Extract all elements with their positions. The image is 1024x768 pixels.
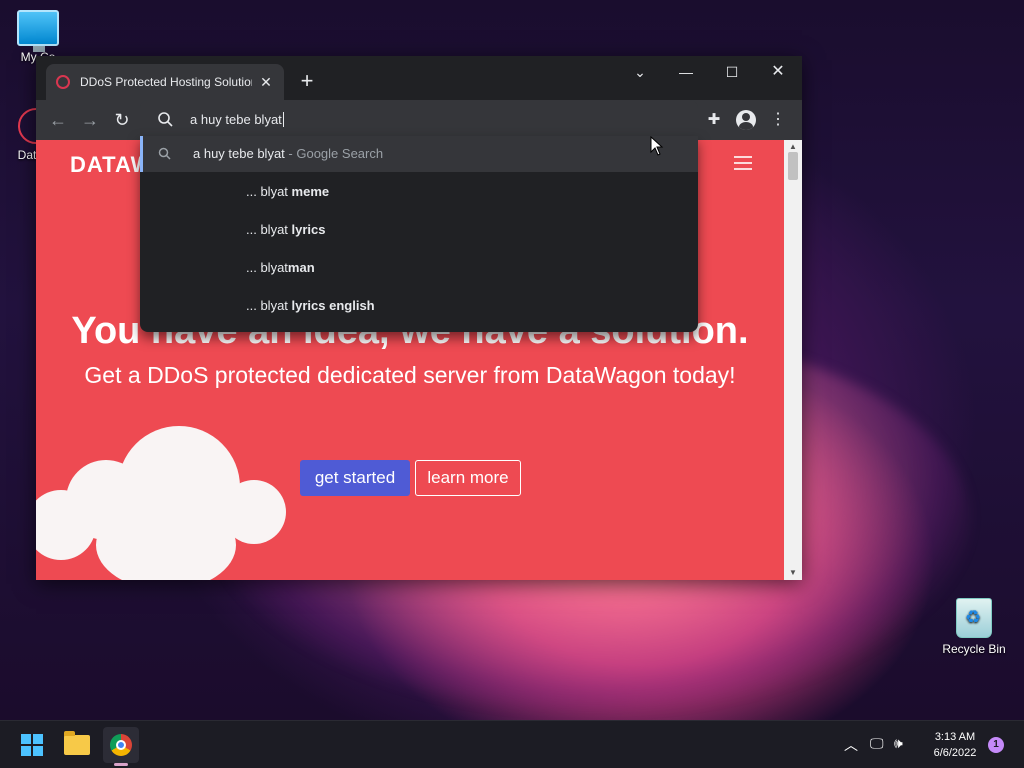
tab-active[interactable]: DDoS Protected Hosting Solution ✕: [46, 64, 284, 100]
suggestion-item[interactable]: a huy tebe blyat - Google Search: [140, 136, 698, 172]
hamburger-menu-icon[interactable]: [734, 156, 752, 174]
toolbar: ← → ↻ a huy tebe blyat ✚ ⋮: [36, 100, 802, 140]
start-button[interactable]: [14, 727, 50, 763]
maximize-button[interactable]: ☐: [714, 60, 750, 84]
search-icon: [158, 147, 171, 160]
address-bar[interactable]: a huy tebe blyat: [140, 100, 698, 140]
back-button[interactable]: ←: [46, 108, 70, 132]
network-icon[interactable]: 🖵: [870, 735, 884, 752]
get-started-button[interactable]: get started: [300, 460, 410, 496]
search-icon: [158, 112, 173, 127]
desktop-icon-label: Recycle Bin: [942, 642, 1006, 656]
favicon-icon: [56, 75, 70, 89]
suggestion-source: - Google Search: [288, 146, 384, 161]
hero-subtitle: Get a DDoS protected dedicated server fr…: [84, 362, 736, 388]
mouse-cursor-icon: [650, 136, 664, 156]
reload-button[interactable]: ↻: [110, 108, 134, 132]
suggestion-item[interactable]: ... blyat meme: [140, 174, 698, 210]
desktop-icon-recycle-bin[interactable]: ♻ Recycle Bin: [938, 598, 1010, 656]
notification-badge[interactable]: 1: [988, 737, 1004, 753]
close-window-button[interactable]: ✕: [760, 60, 796, 84]
menu-dots-icon[interactable]: ⋮: [766, 108, 790, 132]
active-app-indicator: [114, 763, 128, 766]
vertical-scrollbar[interactable]: ▲ ▼: [784, 140, 802, 580]
recycle-bin-icon: ♻: [956, 598, 992, 638]
chevron-up-icon[interactable]: ︿: [844, 735, 858, 755]
minimize-button[interactable]: —: [668, 60, 704, 84]
tab-search-button[interactable]: ⌄: [622, 60, 658, 84]
chrome-taskbar-button[interactable]: [103, 727, 139, 763]
file-explorer-icon: [64, 731, 90, 755]
forward-button[interactable]: →: [78, 108, 102, 132]
extensions-icon[interactable]: ✚: [702, 108, 726, 132]
volume-icon[interactable]: 🕪: [894, 735, 903, 752]
chrome-icon: [110, 734, 132, 756]
address-bar-input[interactable]: a huy tebe blyat: [190, 112, 284, 127]
clock-time: 3:13 AM: [934, 731, 976, 743]
new-tab-button[interactable]: +: [294, 68, 320, 94]
tab-title: DDoS Protected Hosting Solution: [80, 75, 252, 89]
scroll-down-icon[interactable]: ▼: [788, 568, 798, 577]
start-icon: [21, 734, 43, 756]
suggestion-text: a huy tebe blyat: [193, 146, 285, 161]
tab-close-icon[interactable]: ✕: [258, 74, 274, 91]
computer-icon: [17, 10, 59, 52]
scroll-up-icon[interactable]: ▲: [788, 142, 798, 151]
omnibox-suggestions: a huy tebe blyat - Google Search ... bly…: [140, 136, 698, 332]
profile-icon[interactable]: [734, 108, 758, 132]
suggestion-item[interactable]: ... blyatman: [140, 250, 698, 286]
file-explorer-button[interactable]: [59, 727, 95, 763]
title-bar: DDoS Protected Hosting Solution ✕ + ⌄ — …: [36, 56, 802, 100]
clock[interactable]: 3:13 AM 6/6/2022: [920, 729, 990, 761]
taskbar: ︿ 🖵 🕪 3:13 AM 6/6/2022 1: [0, 720, 1024, 768]
suggestion-item[interactable]: ... blyat lyrics english: [140, 288, 698, 324]
clock-date: 6/6/2022: [933, 747, 977, 759]
learn-more-button[interactable]: learn more: [415, 460, 521, 496]
suggestion-item[interactable]: ... blyat lyrics: [140, 212, 698, 248]
scrollbar-thumb[interactable]: [788, 152, 798, 180]
